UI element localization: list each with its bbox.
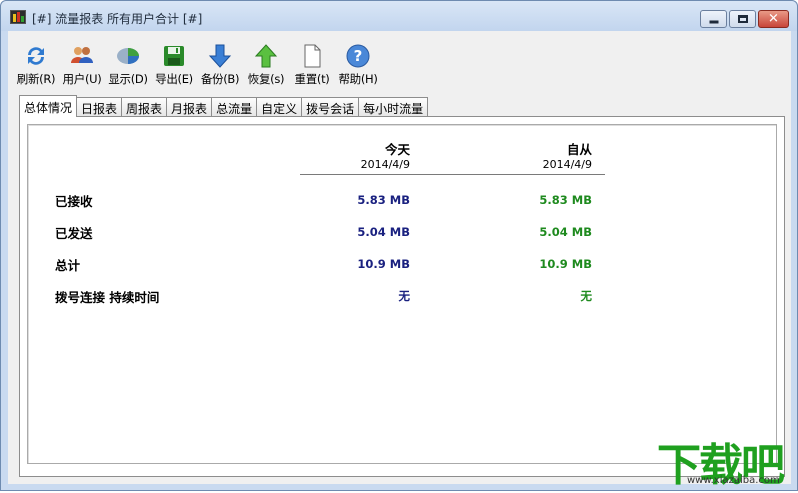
- refresh-label: 刷新(R): [16, 72, 56, 86]
- tab-panel: 今天 2014/4/9 自从 2014/4/9 已接收 5.83 MB 5.83…: [19, 116, 785, 477]
- row-sent-label: 已发送: [55, 226, 93, 241]
- tab-monthly[interactable]: 月报表: [167, 97, 213, 117]
- row-received-label: 已接收: [55, 194, 93, 209]
- tab-dialup-sessions[interactable]: 拨号会话: [302, 97, 360, 117]
- close-button[interactable]: ✕: [758, 10, 789, 28]
- col-since-header: 自从: [566, 142, 592, 157]
- backup-label: 备份(B): [200, 72, 240, 86]
- window-title: [#] 流量报表 所有用户合计 [#]: [32, 12, 203, 26]
- row-total-since: 10.9 MB: [539, 257, 592, 271]
- maximize-button[interactable]: [729, 10, 756, 28]
- help-label: 帮助(H): [338, 72, 378, 86]
- col-today-date: 2014/4/9: [360, 158, 410, 171]
- toolbar: 刷新(R) 用户(U) 显示(D) 导出(E) 备份(B) 恢复(s) 重置(t…: [8, 31, 791, 91]
- row-sent-today: 5.04 MB: [357, 225, 410, 239]
- client-area: 刷新(R) 用户(U) 显示(D) 导出(E) 备份(B) 恢复(s) 重置(t…: [8, 31, 791, 484]
- help-button[interactable]: ? 帮助(H): [335, 31, 381, 91]
- restore-button[interactable]: 恢复(s): [243, 31, 289, 91]
- minimize-button[interactable]: [700, 10, 727, 28]
- window-controls: ✕: [700, 10, 789, 28]
- refresh-button[interactable]: 刷新(R): [13, 31, 59, 91]
- watermark-url: www.xiazaiba.com: [687, 475, 780, 486]
- tab-hourly-traffic[interactable]: 每小时流量: [359, 97, 429, 117]
- row-sent-since: 5.04 MB: [539, 225, 592, 239]
- row-total-label: 总计: [55, 258, 81, 273]
- tab-daily[interactable]: 日报表: [77, 97, 123, 117]
- minimize-icon: [709, 20, 718, 24]
- tab-custom[interactable]: 自定义: [257, 97, 303, 117]
- tab-strip: 总体情况 日报表 周报表 月报表 总流量 自定义 拨号会话 每小时流量: [19, 95, 429, 117]
- display-label: 显示(D): [108, 72, 148, 86]
- row-received-today: 5.83 MB: [357, 193, 410, 207]
- col-today-header: 今天: [384, 142, 410, 157]
- header-divider: [300, 174, 605, 175]
- tab-overview[interactable]: 总体情况: [19, 95, 78, 117]
- users-button[interactable]: 用户(U): [59, 31, 105, 91]
- display-button[interactable]: 显示(D): [105, 31, 151, 91]
- help-icon: ?: [345, 43, 371, 69]
- row-duration-today: 无: [398, 289, 411, 303]
- refresh-icon: [23, 43, 49, 69]
- restore-label: 恢复(s): [247, 72, 285, 86]
- maximize-icon: [737, 15, 748, 23]
- export-label: 导出(E): [155, 72, 193, 86]
- backup-button[interactable]: 备份(B): [197, 31, 243, 91]
- blank-page-icon: [299, 43, 325, 69]
- reset-button[interactable]: 重置(t): [289, 31, 335, 91]
- row-duration-since: 无: [580, 289, 593, 303]
- row-duration-label: 拨号连接 持续时间: [55, 290, 160, 305]
- reset-label: 重置(t): [294, 72, 330, 86]
- tab-weekly[interactable]: 周报表: [122, 97, 168, 117]
- users-label: 用户(U): [62, 72, 102, 86]
- app-chart-icon: [10, 10, 26, 24]
- export-button[interactable]: 导出(E): [151, 31, 197, 91]
- close-icon: ✕: [768, 11, 779, 27]
- row-received-since: 5.83 MB: [539, 193, 592, 207]
- site-watermark: 下载吧 www.xiazaiba.com: [657, 429, 793, 491]
- restore-arrow-up-icon: [253, 43, 279, 69]
- svg-text:?: ?: [354, 47, 363, 65]
- col-since-date: 2014/4/9: [542, 158, 592, 171]
- title-bar: [#] 流量报表 所有用户合计 [#] ✕: [1, 1, 797, 31]
- users-icon: [69, 43, 95, 69]
- app-window: [#] 流量报表 所有用户合计 [#] ✕ 刷新(R) 用户(U) 显示(D) …: [0, 0, 798, 491]
- tab-total-traffic[interactable]: 总流量: [212, 97, 258, 117]
- save-icon: [161, 43, 187, 69]
- backup-arrow-down-icon: [207, 43, 233, 69]
- report-area: 今天 2014/4/9 自从 2014/4/9 已接收 5.83 MB 5.83…: [27, 124, 777, 464]
- row-total-today: 10.9 MB: [357, 257, 410, 271]
- display-icon: [115, 43, 141, 69]
